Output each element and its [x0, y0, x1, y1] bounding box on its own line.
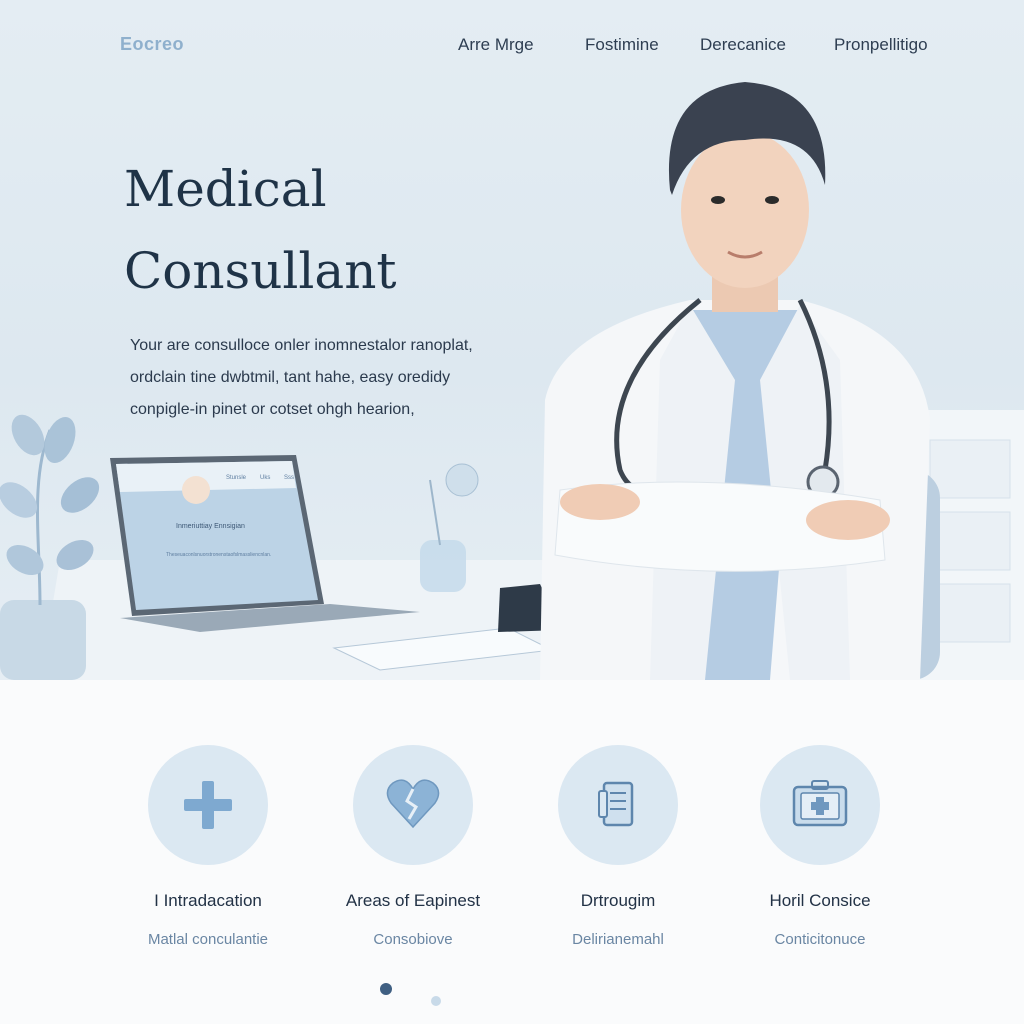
- pagination-dot[interactable]: [431, 996, 441, 1006]
- laptop-heading: Inmeriuttiay Ennsigian: [176, 523, 245, 530]
- feature-subtitle: Delirianemahl: [572, 931, 664, 948]
- feature-card-2[interactable]: Areas of Eapinest Consobiove: [313, 745, 513, 948]
- feature-card-3[interactable]: Drtrougim Delirianemahl: [518, 745, 718, 948]
- nav-link-3[interactable]: Derecanice: [700, 35, 786, 55]
- document-icon: [598, 781, 634, 827]
- feature-card-4[interactable]: Horil Consice Conticitonuce: [720, 745, 920, 948]
- feature-title: Drtrougim: [580, 891, 656, 910]
- laptop-nav-2: Uks: [260, 475, 271, 481]
- desc-line-1: Your are consulloce onler inomnestalor r…: [130, 337, 473, 354]
- feature-title: I Intradacation: [154, 891, 262, 910]
- nav-link-4[interactable]: Pronpellitigo: [834, 35, 928, 55]
- nav-link-2[interactable]: Fostimine: [585, 35, 659, 55]
- feature-card-1[interactable]: I Intradacation Matlal conculantie: [108, 745, 308, 948]
- main-nav: Arre Mrge Fostimine Derecanice Pronpelli…: [0, 35, 1024, 59]
- hero-section: Eocreo Arre Mrge Fostimine Derecanice Pr…: [0, 0, 1024, 680]
- pagination-dot-active[interactable]: [380, 983, 392, 995]
- feature-icon-circle: [353, 745, 473, 865]
- desc-line-3: conpigle-in pinet or cotset ohgh hearion…: [130, 401, 415, 418]
- broken-heart-icon: [386, 779, 440, 829]
- laptop-nav-3: Sss: [284, 475, 295, 481]
- feature-subtitle: Conticitonuce: [774, 931, 866, 948]
- features-section: I Intradacation Matlal conculantie Areas…: [0, 680, 1024, 1024]
- page-title: Medical Consullant: [124, 148, 544, 312]
- nav-link-1[interactable]: Arre Mrge: [458, 35, 534, 55]
- desc-line-2: ordclain tine dwbtmil, tant hahe, easy o…: [130, 369, 451, 386]
- first-aid-kit-icon: [792, 780, 848, 827]
- feature-icon-circle: [760, 745, 880, 865]
- laptop-nav-1: Stunsle: [226, 475, 247, 481]
- doctor-illustration: [540, 82, 930, 680]
- feature-title: Areas of Eapinest: [345, 891, 481, 910]
- title-line-1: Medical: [124, 160, 327, 218]
- feature-icon-circle: [148, 745, 268, 865]
- feature-title: Horil Consice: [769, 891, 871, 910]
- hero-description: Your are consulloce onler inomnestalor r…: [130, 330, 520, 426]
- laptop-text: Theseuaconlsnuorstronenstaofslmassliencn…: [166, 552, 272, 558]
- feature-subtitle: Matlal conculantie: [147, 931, 269, 948]
- feature-subtitle: Consobiove: [373, 931, 453, 948]
- medical-cross-icon: [184, 781, 232, 829]
- title-line-2: Consullant: [124, 242, 397, 300]
- feature-icon-circle: [558, 745, 678, 865]
